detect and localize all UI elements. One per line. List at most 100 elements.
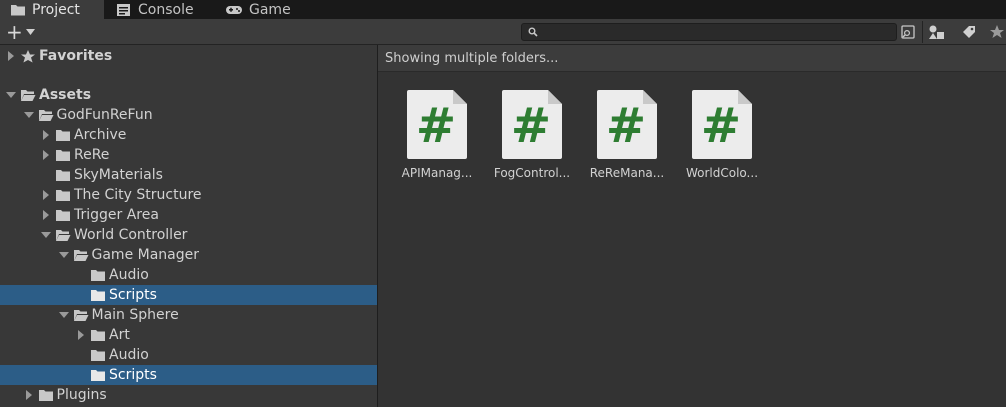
expanded-arrow-icon[interactable]	[40, 229, 52, 241]
folder-open-icon	[73, 249, 89, 262]
tab-console[interactable]: Console	[116, 0, 194, 19]
asset-label: WorldColo...	[685, 166, 759, 180]
tree-item-scripts[interactable]: Scripts	[0, 365, 377, 385]
search-input[interactable]	[542, 24, 892, 40]
tree-item-label: Main Sphere	[91, 307, 179, 323]
folder-open-icon	[20, 89, 36, 102]
tab-label: Console	[138, 1, 194, 18]
csharp-script-icon: #	[501, 90, 562, 159]
expanded-arrow-icon[interactable]	[58, 309, 70, 321]
star-icon	[20, 49, 36, 63]
tab-bar: Project Console Game	[0, 0, 1006, 19]
filter-by-label-icon	[963, 26, 975, 38]
arrow-placeholder	[75, 369, 87, 381]
breadcrumb: Showing multiple folders...	[378, 45, 1006, 72]
asset-browser: Showing multiple folders... # APIManag...…	[378, 45, 1006, 407]
search-icon	[528, 27, 538, 37]
plus-icon: +	[6, 20, 23, 44]
collapsed-arrow-icon[interactable]	[40, 189, 52, 201]
tree-item-art[interactable]: Art	[0, 325, 377, 345]
collapsed-arrow-icon[interactable]	[23, 389, 35, 401]
svg-text:#: #	[416, 98, 456, 154]
tree-item-main-sphere[interactable]: Main Sphere	[0, 305, 377, 325]
tree-item-label: Art	[109, 327, 130, 343]
asset-label: ReReMana...	[589, 166, 665, 180]
tree-item-plugins[interactable]: Plugins	[0, 385, 377, 405]
folder-open-icon	[73, 309, 89, 322]
tree-item-archive[interactable]: Archive	[0, 125, 377, 145]
search-by-type-button[interactable]	[897, 22, 919, 42]
asset-item[interactable]: # WorldColo...	[677, 90, 767, 190]
tree-item-scripts[interactable]: Scripts	[0, 285, 377, 305]
filter-by-type-icon	[929, 25, 944, 39]
folder-icon	[90, 329, 106, 342]
arrow-placeholder	[40, 169, 52, 181]
tab-project[interactable]: Project	[0, 0, 104, 19]
folder-icon	[55, 209, 71, 222]
gamepad-icon	[226, 5, 242, 14]
tree-item-label: Scripts	[109, 367, 157, 383]
search-by-type-icon	[901, 25, 915, 39]
collapsed-arrow-icon[interactable]	[5, 50, 17, 62]
folder-open-icon	[38, 109, 54, 122]
favorite-button[interactable]	[988, 22, 1006, 42]
tree-item-godfunrefun[interactable]: GodFunReFun	[0, 105, 377, 125]
tab-label: Game	[249, 1, 291, 18]
tree-item-label: Favorites	[39, 48, 113, 64]
filter-by-label-button[interactable]	[958, 22, 980, 42]
tree-item-label: World Controller	[74, 227, 188, 243]
folder-icon	[90, 289, 106, 302]
collapsed-arrow-icon[interactable]	[75, 329, 87, 341]
tree-item-skymaterials[interactable]: SkyMaterials	[0, 165, 377, 185]
tree-item-label: The City Structure	[74, 187, 202, 203]
create-button[interactable]: +	[6, 22, 42, 42]
tree-item-favorites[interactable]: Favorites	[0, 46, 377, 66]
tree-item-label: Plugins	[56, 387, 107, 403]
tree-item-the-city-structure[interactable]: The City Structure	[0, 185, 377, 205]
asset-label: APIManag...	[401, 166, 473, 180]
folder-icon	[90, 349, 106, 362]
tree-item-label: Audio	[109, 267, 149, 283]
tree-item-label: Game Manager	[91, 247, 200, 263]
svg-text:#: #	[701, 98, 741, 154]
tree-item-game-manager[interactable]: Game Manager	[0, 245, 377, 265]
arrow-placeholder	[75, 289, 87, 301]
folder-icon	[55, 129, 71, 142]
folder-icon	[38, 389, 54, 402]
filter-by-type-button[interactable]	[926, 22, 948, 42]
svg-text:#: #	[606, 98, 646, 154]
expanded-arrow-icon[interactable]	[5, 89, 17, 101]
chevron-down-icon	[25, 29, 35, 35]
project-toolbar: +	[0, 19, 1006, 45]
folder-icon	[90, 269, 106, 282]
csharp-script-icon: #	[691, 90, 752, 159]
expanded-arrow-icon[interactable]	[23, 109, 35, 121]
folder-icon	[11, 4, 25, 15]
svg-text:#: #	[511, 98, 551, 154]
asset-label: FogControl...	[493, 166, 571, 180]
folder-icon	[55, 189, 71, 202]
tree-item-trigger-area[interactable]: Trigger Area	[0, 205, 377, 225]
tree-item-label: SkyMaterials	[74, 167, 163, 183]
tree-item-rere[interactable]: ReRe	[0, 145, 377, 165]
tree-item-label: Assets	[39, 87, 92, 103]
asset-item[interactable]: # APIManag...	[392, 90, 482, 190]
csharp-script-icon: #	[406, 90, 467, 159]
tree-item-assets[interactable]: Assets	[0, 85, 377, 105]
tree-item-audio[interactable]: Audio	[0, 265, 377, 285]
tree-item-audio[interactable]: Audio	[0, 345, 377, 365]
tree-item-world-controller[interactable]: World Controller	[0, 225, 377, 245]
tab-game[interactable]: Game	[225, 0, 291, 19]
collapsed-arrow-icon[interactable]	[40, 209, 52, 221]
tree-item-label: Archive	[74, 127, 127, 143]
tree-item-label: Scripts	[109, 287, 157, 303]
tree-item-label: Trigger Area	[74, 207, 159, 223]
asset-item[interactable]: # FogControl...	[487, 90, 577, 190]
expanded-arrow-icon[interactable]	[58, 249, 70, 261]
console-icon	[117, 3, 130, 16]
folder-icon	[55, 149, 71, 162]
collapsed-arrow-icon[interactable]	[40, 149, 52, 161]
collapsed-arrow-icon[interactable]	[40, 129, 52, 141]
search-field[interactable]	[521, 23, 897, 41]
asset-item[interactable]: # ReReMana...	[582, 90, 672, 190]
